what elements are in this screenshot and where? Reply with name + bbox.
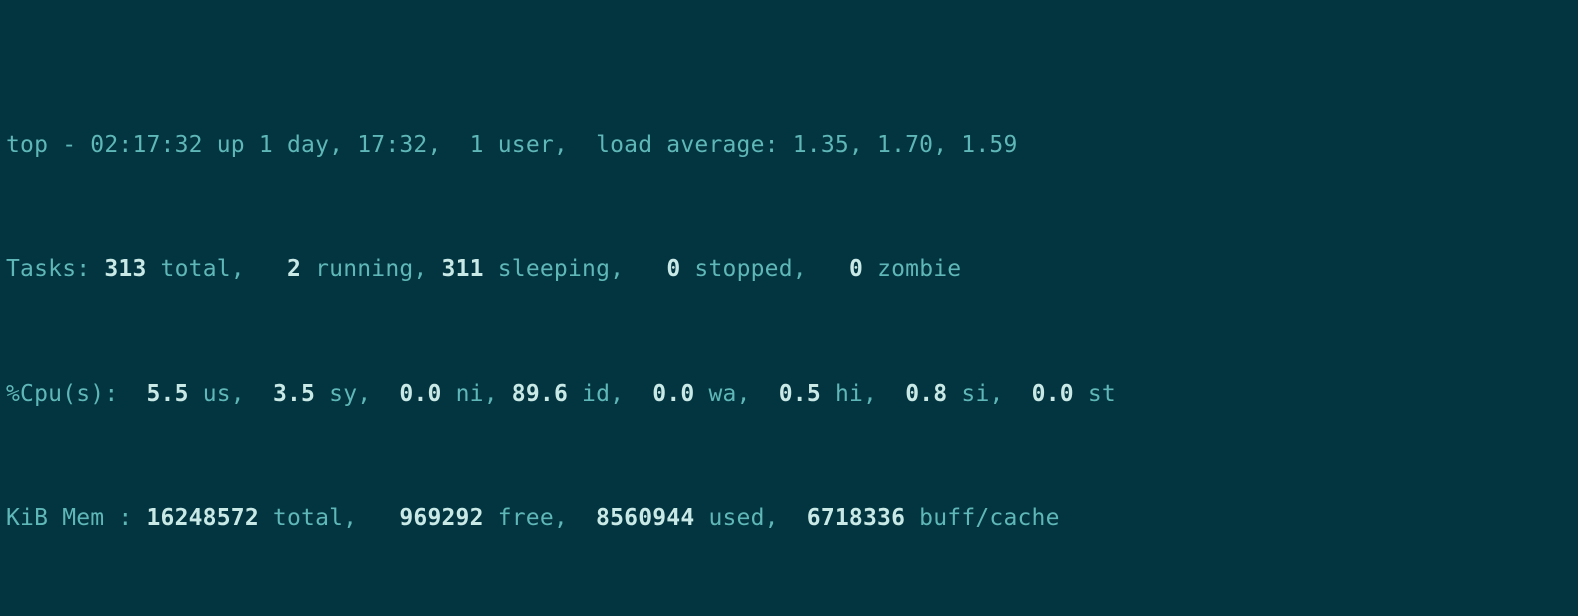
tasks-zombie: 0 <box>849 256 863 282</box>
tasks-sleeping: 311 <box>442 256 484 282</box>
cpu-st: 0.0 <box>1032 381 1074 407</box>
terminal-top[interactable]: top - 02:17:32 up 1 day, 17:32, 1 user, … <box>0 0 1578 616</box>
cpu-id: 89.6 <box>512 381 568 407</box>
tasks-running: 2 <box>287 256 301 282</box>
uptime-value: 1 day, 17:32 <box>259 132 428 158</box>
mem-free: 969292 <box>399 505 483 531</box>
cpu-ni: 0.0 <box>399 381 441 407</box>
summary-line-2: Tasks: 313 total, 2 running, 311 sleepin… <box>6 254 1574 285</box>
mem-label: KiB Mem : <box>6 505 146 531</box>
cpu-label: %Cpu(s): <box>6 381 146 407</box>
cpu-wa: 0.0 <box>652 381 694 407</box>
users-sep: , <box>427 132 469 158</box>
mem-total: 16248572 <box>146 505 258 531</box>
cpu-hi: 0.5 <box>779 381 821 407</box>
tasks-label: Tasks: <box>6 256 104 282</box>
summary-line-3: %Cpu(s): 5.5 us, 3.5 sy, 0.0 ni, 89.6 id… <box>6 379 1574 410</box>
users-count: 1 <box>470 132 484 158</box>
cpu-us: 5.5 <box>146 381 188 407</box>
summary-line-4: KiB Mem : 16248572 total, 969292 free, 8… <box>6 503 1574 534</box>
time-value: 02:17:32 <box>90 132 202 158</box>
tasks-stopped: 0 <box>666 256 680 282</box>
top-label: top - <box>6 132 90 158</box>
mem-buff: 6718336 <box>807 505 905 531</box>
summary-line-1: top - 02:17:32 up 1 day, 17:32, 1 user, … <box>6 130 1574 161</box>
uptime-label: up <box>203 132 259 158</box>
load-values: 1.35, 1.70, 1.59 <box>793 132 1018 158</box>
load-label: user, load average: <box>484 132 793 158</box>
mem-used: 8560944 <box>596 505 694 531</box>
tasks-total: 313 <box>104 256 146 282</box>
cpu-si: 0.8 <box>905 381 947 407</box>
cpu-sy: 3.5 <box>273 381 315 407</box>
